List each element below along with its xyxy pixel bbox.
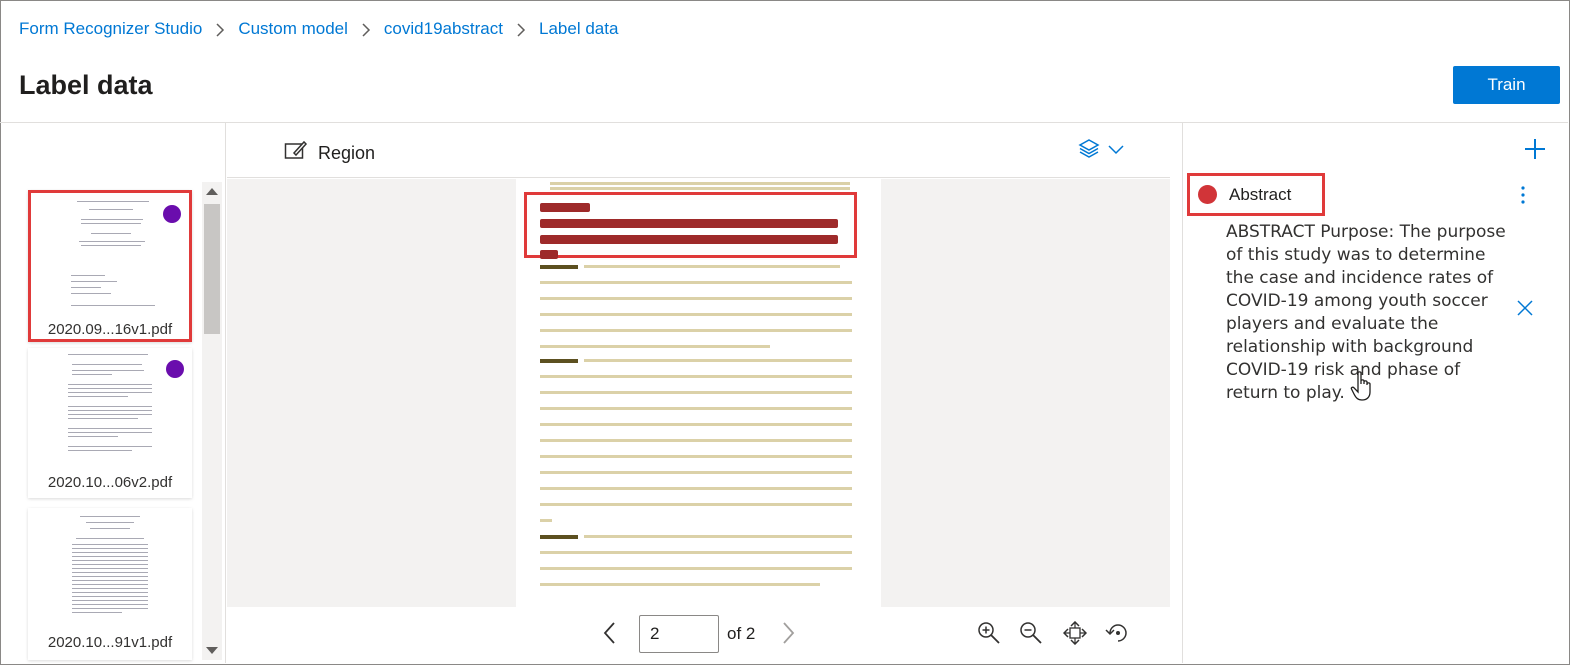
body-text-line bbox=[540, 567, 852, 570]
file-name: 2020.10...06v2.pdf bbox=[47, 474, 173, 491]
breadcrumb-project[interactable]: covid19abstract bbox=[384, 19, 503, 39]
chevron-down-icon bbox=[1108, 142, 1124, 160]
fit-to-window-icon[interactable] bbox=[1062, 620, 1088, 650]
label-color-dot bbox=[1198, 185, 1217, 204]
highlighted-text bbox=[540, 250, 558, 259]
body-text-line bbox=[584, 265, 840, 268]
breadcrumb-home[interactable]: Form Recognizer Studio bbox=[19, 19, 202, 39]
previous-page-icon[interactable] bbox=[602, 621, 618, 650]
layers-dropdown[interactable] bbox=[1078, 138, 1124, 163]
highlighted-text bbox=[540, 203, 590, 212]
file-thumbnail-1[interactable]: 2020.09...16v1.pdf bbox=[28, 190, 192, 342]
body-text-line bbox=[540, 297, 852, 300]
add-label-icon[interactable] bbox=[1523, 137, 1547, 166]
section-heading bbox=[540, 265, 578, 269]
draw-region-icon bbox=[284, 140, 318, 167]
body-text-line bbox=[540, 329, 852, 332]
chevron-right-icon bbox=[202, 19, 238, 39]
document-page[interactable] bbox=[516, 179, 881, 607]
label-pane: Abstract ABSTRACT Purpose: The purpose o… bbox=[1182, 123, 1568, 663]
section-heading bbox=[540, 359, 578, 363]
viewer-toolbar: Region bbox=[227, 123, 1170, 178]
labeled-indicator bbox=[166, 360, 184, 378]
body-text-line bbox=[540, 313, 852, 316]
scroll-thumb[interactable] bbox=[204, 204, 220, 334]
page-title: Label data bbox=[19, 70, 153, 100]
train-button[interactable]: Train bbox=[1453, 66, 1560, 104]
page-preview bbox=[67, 197, 159, 315]
label-name: Abstract bbox=[1229, 184, 1292, 204]
page-navigation: of 2 bbox=[227, 607, 1170, 663]
breadcrumb-custom-model[interactable]: Custom model bbox=[238, 19, 348, 39]
body-text-line bbox=[540, 345, 770, 348]
next-page-icon[interactable] bbox=[780, 621, 796, 650]
page-count: of 2 bbox=[727, 624, 756, 643]
clear-value-icon[interactable] bbox=[1516, 299, 1534, 322]
zoom-out-icon[interactable] bbox=[1019, 621, 1043, 650]
document-viewer: Region of 2 bbox=[227, 123, 1170, 663]
chevron-right-icon bbox=[503, 19, 539, 39]
page-number-input[interactable] bbox=[639, 615, 719, 653]
body-text-line bbox=[540, 281, 852, 284]
region-tool-label: Region bbox=[318, 143, 376, 163]
scroll-up-icon[interactable] bbox=[206, 188, 218, 195]
body-text-line bbox=[584, 359, 852, 362]
layers-icon bbox=[1078, 138, 1100, 163]
hand-cursor-icon bbox=[1350, 370, 1374, 407]
labeled-indicator bbox=[163, 205, 181, 223]
file-list: 2020.09...16v1.pdf 2020.10...06v2.pdf 20… bbox=[0, 123, 226, 663]
body-text-line bbox=[540, 471, 852, 474]
file-list-scrollbar[interactable] bbox=[202, 182, 222, 660]
body-text-line bbox=[540, 503, 852, 506]
body-text-line bbox=[540, 455, 852, 458]
section-heading bbox=[540, 535, 578, 539]
body-text-line bbox=[540, 407, 852, 410]
region-tool-button[interactable]: Region bbox=[284, 140, 375, 167]
body-text-line bbox=[540, 487, 852, 490]
zoom-in-icon[interactable] bbox=[977, 621, 1001, 650]
label-item-abstract[interactable]: Abstract bbox=[1187, 173, 1325, 216]
body-text-line bbox=[540, 583, 820, 586]
body-text-line bbox=[540, 519, 552, 522]
chevron-right-icon bbox=[348, 19, 384, 39]
page-header-text bbox=[550, 182, 850, 185]
page-preview bbox=[64, 352, 156, 470]
more-options-icon[interactable] bbox=[1520, 186, 1526, 209]
body-text-line bbox=[540, 551, 852, 554]
highlighted-text bbox=[540, 219, 838, 228]
breadcrumb: Form Recognizer Studio Custom model covi… bbox=[19, 19, 618, 39]
file-name: 2020.09...16v1.pdf bbox=[47, 321, 173, 338]
body-text-line bbox=[540, 439, 852, 442]
file-thumbnail-2[interactable]: 2020.10...06v2.pdf bbox=[28, 348, 192, 498]
body-text-line bbox=[540, 391, 852, 394]
page-preview bbox=[64, 512, 156, 630]
scroll-down-icon[interactable] bbox=[206, 647, 218, 654]
document-canvas[interactable] bbox=[227, 179, 1170, 607]
highlighted-text bbox=[540, 235, 838, 244]
body-text-line bbox=[540, 423, 852, 426]
rotate-icon[interactable] bbox=[1105, 621, 1131, 650]
file-thumbnail-3[interactable]: 2020.10...91v1.pdf bbox=[28, 508, 192, 660]
file-name: 2020.10...91v1.pdf bbox=[47, 634, 173, 651]
breadcrumb-label-data[interactable]: Label data bbox=[539, 19, 618, 39]
body-text-line bbox=[540, 375, 852, 378]
page-header-text bbox=[550, 187, 850, 190]
body-text-line bbox=[584, 535, 852, 538]
